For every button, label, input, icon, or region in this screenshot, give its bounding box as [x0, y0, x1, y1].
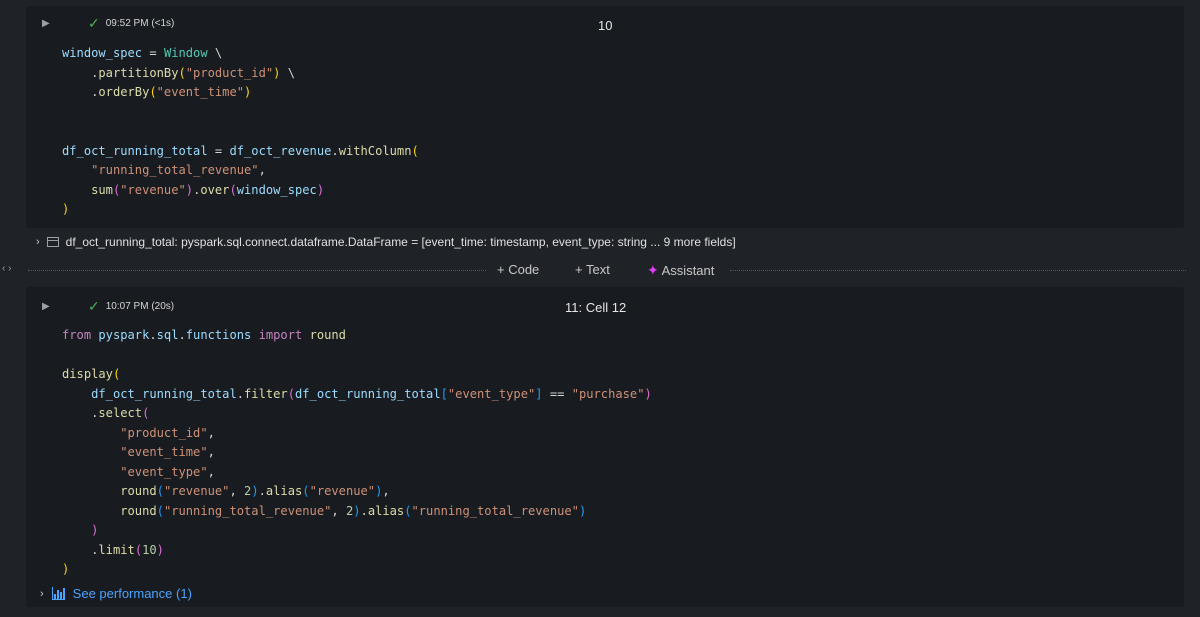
code-line: window_spec = Window \	[62, 46, 223, 60]
assistant-label: Assistant	[661, 263, 715, 278]
code-line: .partitionBy("product_id") \	[62, 65, 295, 80]
divider	[28, 270, 486, 271]
code-line: .select(	[62, 406, 150, 420]
chevron-right-icon[interactable]: ›	[36, 236, 40, 248]
code-editor[interactable]: window_spec = Window \ .partitionBy("pro…	[62, 44, 419, 220]
code-line: )	[62, 562, 70, 576]
assistant-button[interactable]: ✦ Assistant	[647, 262, 714, 279]
code-line: round("revenue", 2).alias("revenue"),	[120, 484, 390, 498]
divider	[730, 270, 1186, 271]
run-cell-button[interactable]: ▶	[42, 18, 50, 29]
see-performance-label: See performance (1)	[72, 586, 192, 601]
add-cell-toolbar: ‹ › + Code + Text ✦ Assistant	[0, 260, 1200, 280]
code-line: from pyspark.sql.functions import round	[62, 328, 346, 342]
code-line: round("running_total_revenue", 2).alias(…	[120, 503, 587, 518]
code-line: .orderBy("event_time")	[62, 85, 252, 99]
code-line: df_oct_running_total.filter(df_oct_runni…	[91, 386, 652, 401]
code-line: )	[91, 523, 99, 537]
code-line: display(	[62, 367, 121, 381]
add-text-button[interactable]: + Text	[575, 262, 610, 277]
run-cell-button[interactable]: ▶	[42, 301, 50, 312]
code-line: "running_total_revenue",	[91, 163, 266, 177]
add-code-button[interactable]: + Code	[497, 262, 539, 277]
cell-status: ✓ 10:07 PM (20s)	[88, 298, 175, 314]
notebook-cell-11[interactable]: ▶ ✓ 10:07 PM (20s) 11: Cell 12 from pysp…	[26, 287, 1184, 607]
cell-title: 10	[598, 18, 613, 33]
output-dataframe-text: df_oct_running_total: pyspark.sql.connec…	[65, 235, 736, 249]
cell-title: 11: Cell 12	[565, 300, 627, 315]
status-time: 09:52 PM (<1s)	[105, 17, 175, 29]
code-line: )	[62, 202, 70, 216]
notebook-cell-10[interactable]: ▶ ✓ 09:52 PM (<1s) 10 window_spec = Wind…	[26, 6, 1184, 249]
code-line: "event_time",	[120, 445, 215, 459]
code-line: df_oct_running_total = df_oct_revenue.wi…	[62, 143, 419, 158]
output-dataframe-row[interactable]: › df_oct_running_total: pyspark.sql.conn…	[36, 235, 736, 249]
code-line: .limit(10)	[62, 542, 164, 557]
check-icon: ✓	[88, 298, 100, 314]
check-icon: ✓	[88, 15, 100, 31]
code-editor[interactable]: from pyspark.sql.functions import round …	[62, 326, 652, 580]
dataframe-icon	[46, 237, 59, 247]
bar-chart-icon	[51, 587, 65, 600]
code-line: "event_type",	[120, 464, 215, 479]
chevron-right-icon[interactable]: ›	[40, 588, 44, 600]
sparkle-icon: ✦	[647, 262, 659, 278]
code-line: "product_id",	[120, 425, 215, 440]
nav-arrows-icon[interactable]: ‹ ›	[2, 263, 11, 274]
see-performance-link[interactable]: › See performance (1)	[40, 586, 192, 601]
cell-status: ✓ 09:52 PM (<1s)	[88, 15, 175, 31]
code-line: sum("revenue").over(window_spec)	[91, 182, 325, 197]
status-time: 10:07 PM (20s)	[105, 300, 175, 312]
